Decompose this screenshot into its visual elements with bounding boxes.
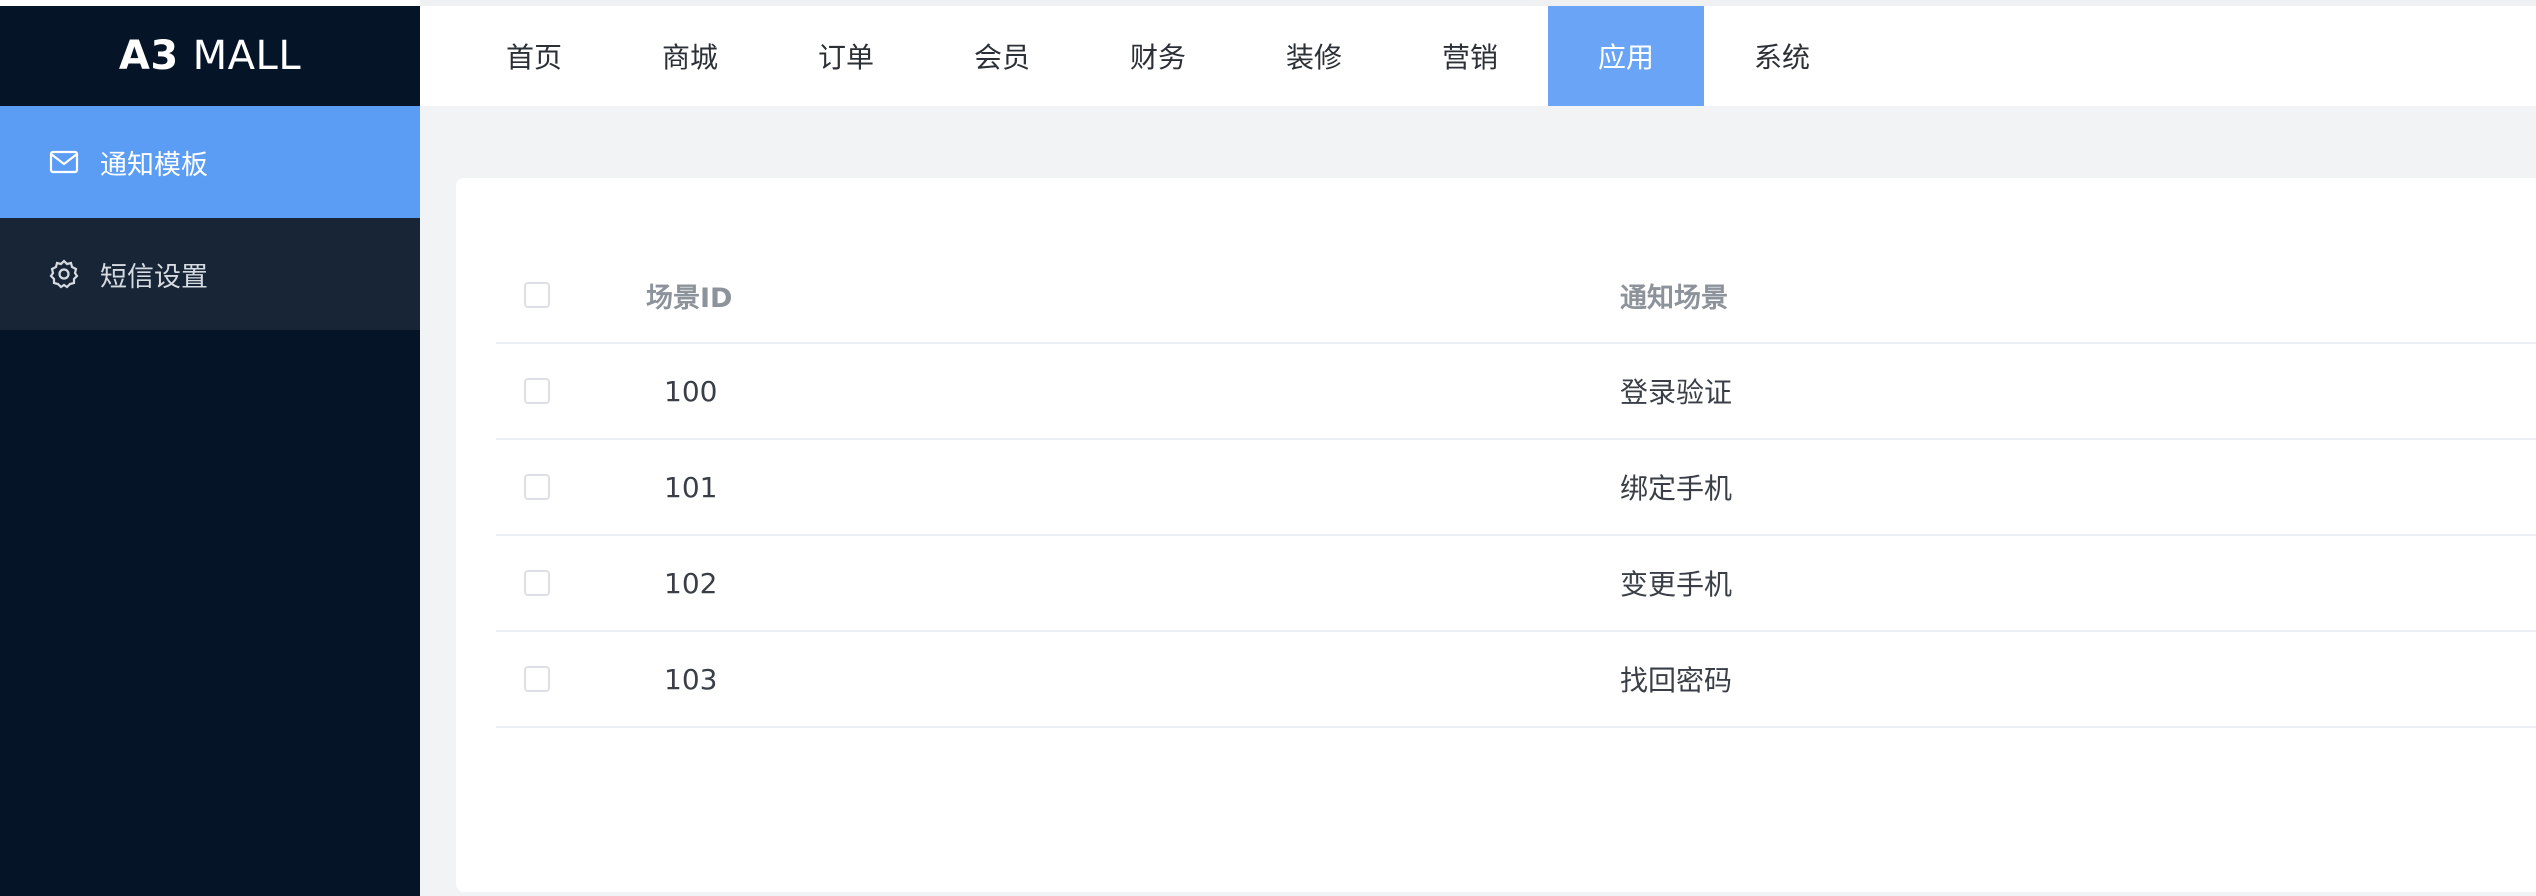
row-check-cell bbox=[496, 570, 646, 596]
top-nav: 首页 商城 订单 会员 财务 装修 营销 应用 系统 bbox=[420, 0, 2536, 106]
notification-table: 场景ID 通知场景 100 登录验证 101 绑定手机 102 变更手机 103… bbox=[496, 248, 2536, 728]
nav-item-orders[interactable]: 订单 bbox=[768, 6, 924, 106]
cell-scene: 登录验证 bbox=[1620, 376, 1733, 409]
mail-icon bbox=[48, 145, 82, 179]
column-header-scene-id: 场景ID bbox=[646, 282, 733, 314]
nav-item-mall[interactable]: 商城 bbox=[612, 6, 768, 106]
content-card: 场景ID 通知场景 100 登录验证 101 绑定手机 102 变更手机 103… bbox=[456, 178, 2536, 892]
nav-item-decoration[interactable]: 装修 bbox=[1236, 6, 1392, 106]
brand-logo[interactable]: A3 MALL bbox=[0, 0, 420, 106]
select-all-checkbox[interactable] bbox=[524, 282, 550, 308]
cell-scene: 绑定手机 bbox=[1620, 472, 1733, 505]
row-checkbox[interactable] bbox=[524, 378, 550, 404]
table-row: 101 绑定手机 bbox=[496, 440, 2536, 536]
cell-scene-id: 101 bbox=[664, 470, 718, 504]
column-header-scene: 通知场景 bbox=[1620, 282, 1728, 314]
header-check-cell bbox=[496, 282, 646, 308]
sidebar: A3 MALL 通知模板 短信设置 bbox=[0, 0, 420, 896]
row-check-cell bbox=[496, 378, 646, 404]
nav-item-apps[interactable]: 应用 bbox=[1548, 6, 1704, 106]
sidebar-item-sms-settings[interactable]: 短信设置 bbox=[0, 218, 420, 330]
sidebar-item-label: 通知模板 bbox=[100, 149, 208, 181]
row-checkbox[interactable] bbox=[524, 666, 550, 692]
nav-item-members[interactable]: 会员 bbox=[924, 6, 1080, 106]
sidebar-item-label: 短信设置 bbox=[100, 261, 208, 293]
table-header-row: 场景ID 通知场景 bbox=[496, 248, 2536, 344]
logo-light-text: MALL bbox=[192, 33, 302, 79]
table-row: 102 变更手机 bbox=[496, 536, 2536, 632]
nav-item-system[interactable]: 系统 bbox=[1704, 6, 1860, 106]
cell-scene-id: 100 bbox=[664, 374, 718, 408]
cell-scene-id: 102 bbox=[664, 566, 718, 600]
nav-item-home[interactable]: 首页 bbox=[456, 6, 612, 106]
row-check-cell bbox=[496, 474, 646, 500]
cell-scene: 找回密码 bbox=[1620, 664, 1733, 697]
row-check-cell bbox=[496, 666, 646, 692]
app-root: A3 MALL 通知模板 短信设置 首页 商城 订单 会员 财务 装修 营销 应… bbox=[0, 0, 2536, 896]
table-row: 103 找回密码 bbox=[496, 632, 2536, 728]
cell-scene-id: 103 bbox=[664, 662, 718, 696]
cell-scene: 变更手机 bbox=[1620, 568, 1733, 601]
row-checkbox[interactable] bbox=[524, 570, 550, 596]
row-checkbox[interactable] bbox=[524, 474, 550, 500]
logo-bold-text: A3 bbox=[118, 33, 179, 79]
gear-icon bbox=[48, 257, 82, 291]
table-row: 100 登录验证 bbox=[496, 344, 2536, 440]
nav-item-finance[interactable]: 财务 bbox=[1080, 6, 1236, 106]
nav-item-marketing[interactable]: 营销 bbox=[1392, 6, 1548, 106]
sidebar-item-notification-template[interactable]: 通知模板 bbox=[0, 106, 420, 218]
